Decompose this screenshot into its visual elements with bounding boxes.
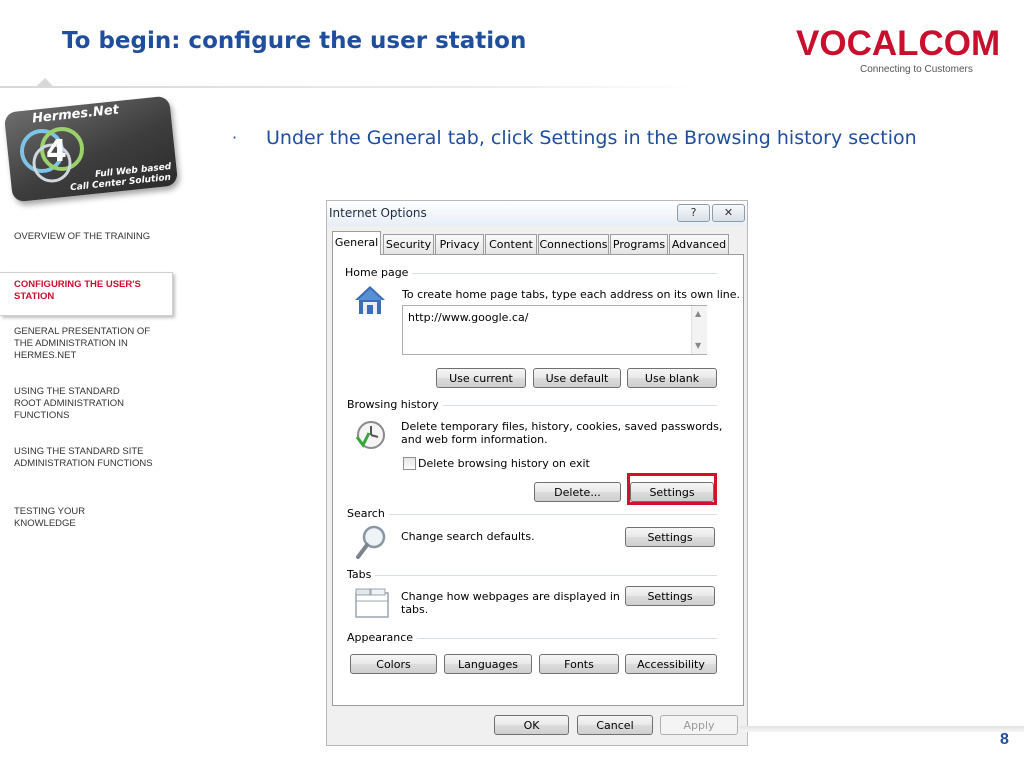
search-label: Search [347,507,389,520]
cancel-button[interactable]: Cancel [577,715,653,735]
accessibility-button[interactable]: Accessibility [625,654,717,674]
browsing-history-rule [432,405,717,406]
logo-version: 4 [46,134,67,169]
home-page-label: Home page [345,266,413,279]
dialog-title: Internet Options [329,206,427,220]
use-current-button[interactable]: Use current [436,368,526,388]
settings-highlight-box [627,473,717,505]
tabs-label: Tabs [347,568,376,581]
slide-title: To begin: configure the user station [62,28,527,54]
tab-privacy[interactable]: Privacy [435,234,484,254]
appearance-label: Appearance [347,631,418,644]
header-notch [36,78,54,87]
close-button[interactable]: ✕ [712,204,745,222]
delete-on-exit-checkbox[interactable] [403,457,416,470]
delete-button[interactable]: Delete... [534,482,621,502]
internet-options-dialog: Internet Options ? ✕ General Security Pr… [326,200,748,746]
tab-security[interactable]: Security [383,234,434,254]
tabs-description-1: Change how webpages are displayed in [401,590,620,603]
tabs-window-icon [355,588,389,618]
footer-divider [740,726,1024,732]
tab-general[interactable]: General [332,231,381,255]
bullet-marker: · [232,128,238,147]
sidebar-item-testing[interactable]: TESTING YOUR KNOWLEDGE [14,506,114,530]
search-description: Change search defaults. [401,530,535,543]
sidebar-item-general-presentation[interactable]: GENERAL PRESENTATION OF THE ADMINISTRATI… [14,326,154,362]
browsing-history-description-1: Delete temporary files, history, cookies… [401,420,723,433]
home-page-rule [405,273,717,274]
tab-programs[interactable]: Programs [610,234,668,254]
help-button[interactable]: ? [677,204,710,222]
brand-tagline: Connecting to Customers [860,64,973,75]
tab-advanced[interactable]: Advanced [669,234,729,254]
scroll-down-icon[interactable]: ▼ [695,341,701,350]
search-magnifier-icon [356,525,386,559]
use-default-button[interactable]: Use default [533,368,621,388]
instruction-bullet: Under the General tab, click Settings in… [266,127,917,149]
tab-connections[interactable]: Connections [538,234,609,254]
page-number: 8 [1000,731,1009,748]
tabs-rule [375,575,717,576]
ok-button[interactable]: OK [494,715,569,735]
home-page-url-value: http://www.google.ca/ [408,311,529,324]
sidebar-item-overview[interactable]: OVERVIEW OF THE TRAINING [14,231,164,243]
browsing-history-description-2: and web form information. [401,433,548,446]
fonts-button[interactable]: Fonts [539,654,619,674]
appearance-rule [413,638,717,639]
languages-button[interactable]: Languages [444,654,532,674]
logo-rings-icon: 4 [20,127,84,183]
browsing-history-label: Browsing history [347,398,443,411]
scroll-up-icon[interactable]: ▲ [695,309,701,318]
use-blank-button[interactable]: Use blank [627,368,717,388]
delete-on-exit-label[interactable]: Delete browsing history on exit [418,457,590,470]
home-page-description: To create home page tabs, type each addr… [402,288,741,301]
search-settings-button[interactable]: Settings [625,527,715,547]
vocalcom-logo: VOCALCOM [796,24,1001,63]
tab-content[interactable]: Content [485,234,537,254]
history-clock-icon [355,421,385,449]
search-rule [387,514,717,515]
sidebar-item-site-admin[interactable]: USING THE STANDARD SITE ADMINISTRATION F… [14,446,159,470]
colors-button[interactable]: Colors [350,654,437,674]
header-divider [0,86,700,88]
tabs-settings-button[interactable]: Settings [625,586,715,606]
tabs-description-2: tabs. [401,603,429,616]
home-icon [355,286,385,314]
sidebar-item-configuring[interactable]: CONFIGURING THE USER'S STATION [14,279,164,303]
sidebar-item-root-admin[interactable]: USING THE STANDARD ROOT ADMINISTRATION F… [14,386,139,422]
apply-button[interactable]: Apply [660,715,738,735]
